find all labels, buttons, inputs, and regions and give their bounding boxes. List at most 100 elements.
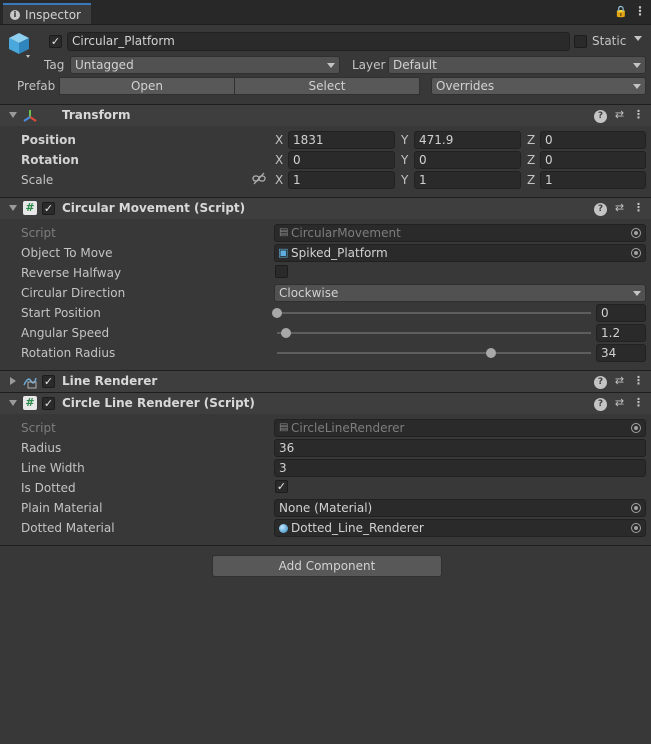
unlink-icon[interactable] — [252, 172, 266, 186]
circular-movement-title: Circular Movement (Script) — [62, 201, 246, 215]
angular-speed-slider-track[interactable] — [277, 332, 591, 334]
tab-title: Inspector — [25, 8, 81, 22]
axis-x-label: X — [275, 173, 284, 187]
script-label: Script — [21, 421, 56, 435]
active-checkbox[interactable]: ✓ — [49, 35, 62, 48]
component-menu-icon[interactable]: ⋮ — [632, 374, 645, 387]
circular-direction-dropdown[interactable]: Clockwise — [274, 284, 646, 302]
scale-label: Scale — [21, 173, 54, 187]
line-renderer-header[interactable]: ✓ Line Renderer ? ⇄ ⋮ — [0, 370, 651, 392]
rotation-radius-slider-track[interactable] — [277, 352, 591, 354]
foldout-arrow-icon[interactable] — [9, 112, 17, 118]
reverse-halfway-label: Reverse Halfway — [21, 266, 122, 280]
layer-dropdown[interactable]: Default — [388, 56, 646, 74]
line-width-field[interactable]: 3 — [274, 459, 646, 477]
component-enabled-checkbox[interactable]: ✓ — [42, 397, 55, 410]
axis-y-label: Y — [401, 133, 409, 147]
plain-material-field[interactable]: None (Material) — [274, 499, 646, 517]
axis-y-label: Y — [401, 153, 409, 167]
script-hash-icon: # — [23, 201, 37, 215]
help-icon[interactable]: ? — [594, 203, 607, 216]
radius-field[interactable]: 36 — [274, 439, 646, 457]
scale-x-field[interactable]: 1 — [288, 171, 395, 189]
help-icon[interactable]: ? — [594, 398, 607, 411]
circular-direction-value: Clockwise — [279, 286, 339, 300]
layer-value: Default — [393, 58, 437, 72]
presets-icon[interactable]: ⇄ — [613, 201, 626, 214]
object-name-input[interactable]: Circular_Platform — [67, 32, 570, 51]
plain-material-label: Plain Material — [21, 501, 103, 515]
object-picker-icon[interactable] — [631, 523, 641, 533]
radius-label: Radius — [21, 441, 62, 455]
layer-label: Layer — [352, 58, 386, 72]
circle-line-renderer-header[interactable]: # ✓ Circle Line Renderer (Script) ? ⇄ ⋮ — [0, 392, 651, 414]
rotation-x-field[interactable]: 0 — [288, 151, 395, 169]
start-position-slider-track[interactable] — [277, 312, 591, 314]
help-icon[interactable]: ? — [594, 376, 607, 389]
dotted-material-label: Dotted Material — [21, 521, 115, 535]
presets-icon[interactable]: ⇄ — [613, 396, 626, 409]
presets-icon[interactable]: ⇄ — [613, 374, 626, 387]
overrides-dropdown[interactable]: Overrides — [431, 77, 646, 95]
is-dotted-checkbox[interactable]: ✓ — [275, 480, 288, 493]
axis-z-label: Z — [527, 153, 536, 167]
foldout-arrow-icon[interactable] — [10, 377, 16, 385]
script-file-icon: ▤ — [279, 422, 289, 433]
tag-value: Untagged — [75, 58, 134, 72]
static-dropdown-arrow-icon[interactable] — [634, 36, 642, 41]
components-divider — [0, 545, 651, 546]
rotation-z-field[interactable]: 0 — [540, 151, 646, 169]
line-width-label: Line Width — [21, 461, 85, 475]
object-to-move-field[interactable]: ▣ Spiked_Platform — [274, 244, 646, 262]
reverse-halfway-checkbox[interactable] — [275, 265, 288, 278]
start-position-slider-knob[interactable] — [272, 308, 282, 318]
tag-label: Tag — [44, 58, 65, 72]
start-position-field[interactable]: 0 — [596, 304, 646, 322]
component-menu-icon[interactable]: ⋮ — [632, 108, 645, 121]
transform-title: Transform — [62, 108, 131, 122]
help-icon[interactable]: ? — [594, 110, 607, 123]
position-z-field[interactable]: 0 — [540, 131, 646, 149]
line-renderer-title: Line Renderer — [62, 374, 158, 388]
rotation-y-field[interactable]: 0 — [414, 151, 521, 169]
static-checkbox[interactable] — [574, 35, 587, 48]
chevron-down-icon — [633, 291, 641, 296]
scale-y-field[interactable]: 1 — [414, 171, 521, 189]
object-to-move-label: Object To Move — [21, 246, 113, 260]
tag-dropdown[interactable]: Untagged — [70, 56, 340, 74]
rotation-radius-slider-knob[interactable] — [485, 348, 496, 358]
position-y-field[interactable]: 471.9 — [414, 131, 521, 149]
transform-header[interactable]: Transform ? ⇄ ⋮ — [0, 104, 651, 126]
more-menu-icon[interactable]: ⋮ — [634, 4, 646, 18]
foldout-arrow-icon[interactable] — [9, 400, 17, 406]
add-component-button[interactable]: Add Component — [212, 555, 442, 577]
foldout-arrow-icon[interactable] — [9, 205, 17, 211]
dotted-material-field[interactable]: Dotted_Line_Renderer — [274, 519, 646, 537]
object-picker-icon[interactable] — [631, 503, 641, 513]
rotation-radius-field[interactable]: 34 — [596, 344, 646, 362]
component-enabled-checkbox[interactable]: ✓ — [42, 375, 55, 388]
presets-icon[interactable]: ⇄ — [613, 108, 626, 121]
scale-z-field[interactable]: 1 — [540, 171, 646, 189]
angular-speed-slider-knob[interactable] — [281, 328, 292, 338]
dotted-material-value: Dotted_Line_Renderer — [291, 521, 424, 535]
position-x-field[interactable]: 1831 — [288, 131, 395, 149]
static-label: Static — [592, 34, 627, 48]
axis-x-label: X — [275, 153, 284, 167]
transform-axes-icon — [23, 110, 37, 122]
component-menu-icon[interactable]: ⋮ — [632, 396, 645, 409]
object-picker-icon[interactable] — [631, 248, 641, 258]
circular-movement-header[interactable]: # ✓ Circular Movement (Script) ? ⇄ ⋮ — [0, 197, 651, 219]
prefab-open-button[interactable]: Open — [59, 77, 235, 95]
prefab-label: Prefab — [17, 79, 56, 93]
lock-icon[interactable]: 🔒 — [614, 5, 628, 18]
tab-inspector[interactable]: i Inspector — [3, 3, 91, 24]
info-icon: i — [10, 10, 20, 20]
component-menu-icon[interactable]: ⋮ — [632, 201, 645, 214]
angular-speed-field[interactable]: 1.2 — [596, 324, 646, 342]
component-enabled-checkbox[interactable]: ✓ — [42, 202, 55, 215]
object-picker-icon — [631, 423, 641, 433]
rotation-label: Rotation — [21, 153, 79, 167]
script-field: ▤ CircleLineRenderer — [274, 419, 646, 437]
prefab-select-button[interactable]: Select — [234, 77, 420, 95]
